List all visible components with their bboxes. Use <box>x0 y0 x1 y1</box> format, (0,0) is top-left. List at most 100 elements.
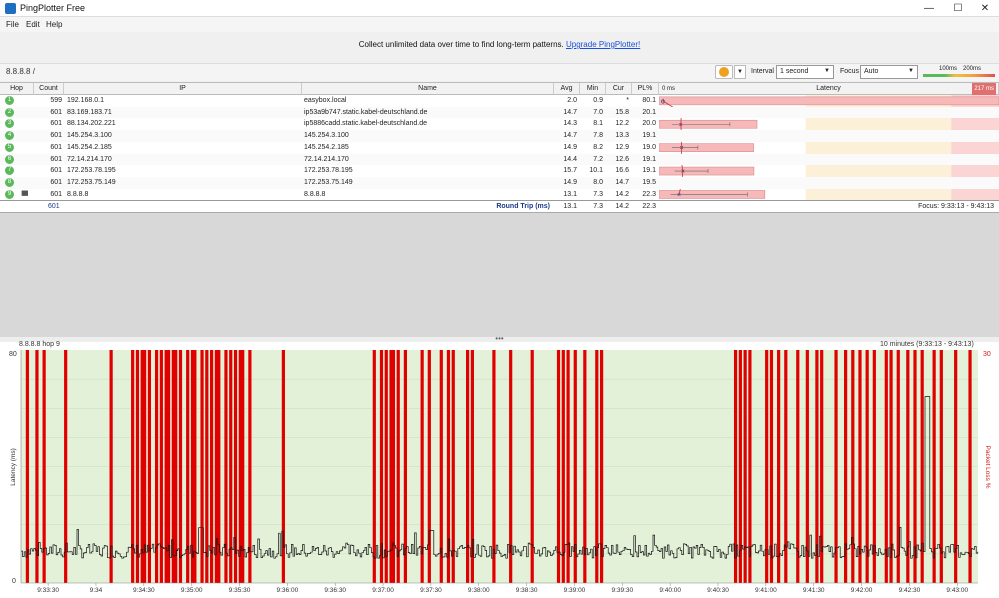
hop-count: 601 <box>50 120 62 128</box>
summary-cur: 14.2 <box>615 203 629 210</box>
hop-row[interactable]: 7 601 172.253.78.195 172.253.78.195 15.7 10.1… <box>0 165 999 177</box>
hop-avg: 13.1 <box>563 190 577 198</box>
packet-loss-bar <box>174 350 178 583</box>
hop-count: 601 <box>50 132 62 140</box>
summary-count: 601 <box>48 203 60 210</box>
hop-row[interactable]: 6 601 72.14.214.170 72.14.214.170 14.4 7.2 12.… <box>0 153 999 166</box>
menu-edit[interactable]: Edit <box>26 20 40 29</box>
hop-avg: 14.7 <box>563 108 577 116</box>
summary-avg: 13.1 <box>563 203 577 210</box>
interval-select[interactable]: 1 second ▼ <box>776 65 834 79</box>
hop-row[interactable]: 9 601 8.8.8.8 8.8.8.8 13.1 7.3 14.2 22.3 ▮▮▮ <box>0 189 999 201</box>
hop-ip: 72.14.214.170 <box>67 155 112 163</box>
maximize-button[interactable]: ☐ <box>943 0 973 17</box>
packet-loss-bar <box>561 350 565 583</box>
x-tick-label: 9:40:00 <box>659 587 681 594</box>
promo-text: Collect unlimited data over time to find… <box>358 40 564 49</box>
hop-cur: * <box>626 97 629 104</box>
col-cur[interactable]: Cur <box>606 83 632 95</box>
hop-cur: 12.6 <box>615 155 629 163</box>
hop-row[interactable]: 4 601 145.254.3.100 145.254.3.100 14.7 7.8 13.… <box>0 130 999 142</box>
col-hop[interactable]: Hop <box>0 83 34 95</box>
hop-row[interactable]: 8 601 172.253.75.149 172.253.75.149 14.9 8.0 1… <box>0 176 999 189</box>
close-button[interactable]: ✕ <box>970 0 999 17</box>
hop-count: 601 <box>50 167 62 175</box>
menu-file[interactable]: File <box>6 20 19 29</box>
graph-icon[interactable]: ▮▮▮ <box>21 189 28 197</box>
hop-pl: 20.1 <box>642 108 656 116</box>
col-count[interactable]: Count <box>34 83 64 95</box>
hop-cur: 12.9 <box>615 143 629 151</box>
hop-number-badge: 1 <box>5 96 14 105</box>
hop-name: 172.253.78.195 <box>304 167 353 175</box>
hop-min: 7.3 <box>593 190 603 198</box>
packet-loss-bar <box>851 350 855 583</box>
latency-max-label: 217 ms <box>972 83 996 95</box>
col-avg[interactable]: Avg <box>554 83 580 95</box>
col-min[interactable]: Min <box>580 83 606 95</box>
hop-row[interactable]: 1 599 192.168.0.1 easybox.local 2.0 0.9 * 80.1 <box>0 95 999 107</box>
x-tick-label: 9:40:30 <box>707 587 729 594</box>
hop-row[interactable]: 3 601 88.134.202.221 ip5886cadd.static.kabe… <box>0 118 999 130</box>
x-tick-label: 9:37:00 <box>372 587 394 594</box>
pause-button[interactable] <box>715 65 733 79</box>
focus-value: Auto <box>864 68 879 75</box>
y2-axis-label: Packet Loss % <box>984 446 991 489</box>
scale-gradient <box>923 74 995 77</box>
timeline-panel: 8.8.8.8 hop 9 10 minutes (9:33:13 - 9:43… <box>0 341 999 598</box>
packet-loss-bar <box>777 350 781 583</box>
hop-number-badge: 6 <box>5 154 14 164</box>
packet-loss-bar <box>805 350 809 583</box>
hop-avg: 14.3 <box>563 120 577 128</box>
hop-min: 0.9 <box>593 97 603 104</box>
hop-number-badge: 3 <box>5 119 14 129</box>
latency-scale-legend: 100ms 200ms <box>923 66 995 77</box>
latency-header-label: Latency <box>816 85 841 92</box>
hop-min: 7.0 <box>593 108 603 116</box>
hop-number-badge: 5 <box>5 142 14 152</box>
y2-tick-max: 30 <box>983 351 991 358</box>
upgrade-link[interactable]: Upgrade PingPlotter! <box>566 40 640 49</box>
hop-avg: 15.7 <box>563 167 577 175</box>
x-tick-label: 9:43:00 <box>946 587 968 594</box>
packet-loss-bar <box>451 350 455 583</box>
pause-dropdown[interactable]: ▼ <box>734 65 746 79</box>
chevron-down-icon: ▼ <box>908 68 914 74</box>
col-name[interactable]: Name <box>302 83 554 95</box>
hop-row[interactable]: 2 601 83.169.183.71 ip53a9b747.static.kabel… <box>0 106 999 119</box>
x-tick-label: 9:34:30 <box>133 587 155 594</box>
hop-name: 8.8.8.8 <box>304 190 326 198</box>
packet-loss-bar <box>159 350 163 583</box>
trace-grid: Hop Count IP Name Avg Min Cur PL% 0 ms L… <box>0 82 999 212</box>
interval-value: 1 second <box>780 68 809 75</box>
packet-loss-bar <box>556 350 561 583</box>
hop-pl: 19.1 <box>642 132 656 140</box>
hop-min: 8.2 <box>593 143 603 151</box>
minimize-button[interactable]: — <box>914 0 944 17</box>
packet-loss-bar <box>530 350 534 583</box>
col-pl[interactable]: PL% <box>632 83 659 95</box>
menu-help[interactable]: Help <box>46 20 62 29</box>
target-address[interactable]: 8.8.8.8 / <box>6 67 35 76</box>
x-tick-label: 9:36:30 <box>324 587 346 594</box>
summary-label: Round Trip (ms) <box>496 203 550 210</box>
latency-min-label: 0 ms <box>662 86 676 92</box>
hop-row[interactable]: 5 601 145.254.2.185 145.254.2.185 14.9 8.2 12.… <box>0 142 999 154</box>
packet-loss-bar <box>427 350 431 583</box>
packet-loss-bar <box>765 350 769 583</box>
hop-name: ip53a9b747.static.kabel-deutschland.de <box>304 108 428 116</box>
packet-loss-bar <box>906 350 910 583</box>
hop-cur: 15.8 <box>615 108 629 116</box>
hop-cur: 12.2 <box>615 120 629 128</box>
chevron-down-icon: ▼ <box>824 68 830 74</box>
hop-ip: 192.168.0.1 <box>67 97 104 104</box>
hop-pl: 80.1 <box>642 97 656 104</box>
focus-select[interactable]: Auto ▼ <box>860 65 918 79</box>
scale-200-label: 200ms <box>963 66 982 72</box>
hop-avg: 14.9 <box>563 178 577 186</box>
col-latency[interactable]: 0 ms Latency 217 ms <box>659 83 999 95</box>
col-ip[interactable]: IP <box>64 83 302 95</box>
summary-min: 7.3 <box>593 203 603 210</box>
hop-min: 8.1 <box>593 120 603 128</box>
scale-100-label: 100ms <box>939 66 958 72</box>
